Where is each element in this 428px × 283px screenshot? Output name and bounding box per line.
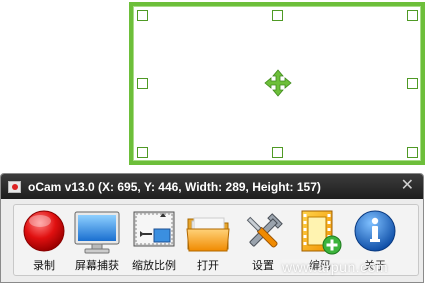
record-button[interactable]: 录制 xyxy=(16,207,72,275)
open-button[interactable]: 打开 xyxy=(180,207,236,275)
record-label: 录制 xyxy=(33,259,55,272)
resize-handle-top-right[interactable] xyxy=(407,10,418,21)
screen-capture-button[interactable]: 屏幕捕获 xyxy=(69,207,125,275)
resize-handle-left[interactable] xyxy=(137,78,148,89)
folder-icon xyxy=(186,217,230,252)
tools-icon xyxy=(246,213,283,248)
resize-handle-bottom-left[interactable] xyxy=(137,147,148,158)
monitor-icon xyxy=(74,211,120,254)
resize-handle-right[interactable] xyxy=(407,78,418,89)
resize-label: 缩放比例 xyxy=(132,259,176,272)
capture-region[interactable] xyxy=(129,2,425,165)
window-title: oCam v13.0 (X: 695, Y: 446, Width: 289, … xyxy=(28,180,321,194)
ocam-app-icon xyxy=(8,181,21,193)
watermark: www.arpun.com xyxy=(282,259,389,275)
title-bar[interactable]: oCam v13.0 (X: 695, Y: 446, Width: 289, … xyxy=(1,174,423,199)
screen-capture-label: 屏幕捕获 xyxy=(75,259,119,272)
move-icon[interactable] xyxy=(264,69,292,97)
record-icon xyxy=(23,210,65,252)
codec-icon xyxy=(301,210,342,255)
open-label: 打开 xyxy=(197,259,219,272)
info-icon xyxy=(354,210,396,252)
resize-handle-top[interactable] xyxy=(272,10,283,21)
resize-icon xyxy=(133,211,175,247)
resize-handle-bottom[interactable] xyxy=(272,147,283,158)
resize-button[interactable]: 缩放比例 xyxy=(126,207,182,275)
resize-handle-bottom-right[interactable] xyxy=(407,147,418,158)
resize-handle-top-left[interactable] xyxy=(137,10,148,21)
close-button[interactable]: ✕ xyxy=(401,177,414,195)
